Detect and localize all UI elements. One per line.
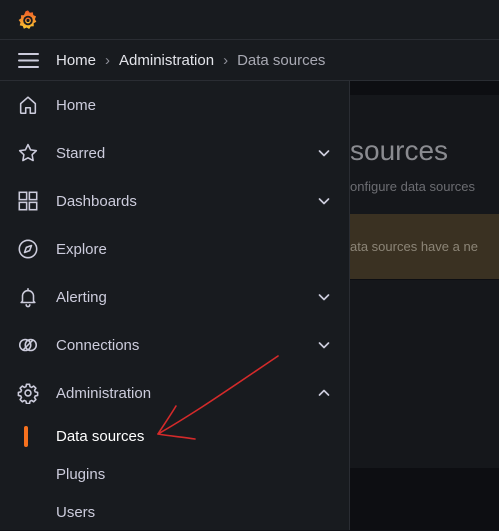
sidebar-item-label: Connections (56, 336, 140, 354)
sidebar-item-home[interactable]: Home (0, 81, 349, 129)
apps-icon (18, 191, 38, 211)
sidebar-subitem-plugins[interactable]: Plugins (0, 455, 349, 493)
page-subtitle: onfigure data sources (350, 179, 476, 194)
bell-icon (20, 287, 36, 308)
chevron-down-icon[interactable] (316, 289, 332, 305)
sidebar-item-label: Home (56, 96, 97, 114)
info-alert: ata sources have a ne (350, 214, 499, 279)
sidebar-menu: Home Starred Dashboards Explore Alerting… (0, 81, 350, 530)
breadcrumb-bar: Home › Administration › Data sources (0, 40, 499, 81)
breadcrumb-separator: › (105, 51, 111, 69)
chevron-up-icon[interactable] (316, 385, 332, 401)
sidebar-subitem-users[interactable]: Users (0, 493, 349, 531)
breadcrumb-administration[interactable]: Administration (119, 52, 214, 69)
sidebar-subitem-label: Data sources (56, 427, 145, 445)
content-card (350, 280, 499, 468)
home-icon (19, 96, 37, 115)
chevron-down-icon[interactable] (316, 145, 332, 161)
chevron-down-icon[interactable] (316, 337, 332, 353)
active-indicator (24, 426, 28, 447)
sidebar-subitem-label: Plugins (56, 465, 106, 483)
sidebar-item-connections[interactable]: Connections (0, 321, 349, 369)
sidebar-item-administration[interactable]: Administration (0, 369, 349, 417)
top-bar (0, 0, 499, 40)
sidebar-item-alerting[interactable]: Alerting (0, 273, 349, 321)
compass-icon (18, 239, 38, 259)
star-icon (18, 143, 38, 162)
menu-toggle-icon[interactable] (18, 53, 39, 68)
cog-icon (17, 383, 39, 404)
sidebar-item-explore[interactable]: Explore (0, 225, 349, 273)
sidebar-subitem-label: Users (56, 503, 96, 521)
sidebar-item-dashboards[interactable]: Dashboards (0, 177, 349, 225)
sidebar-item-label: Alerting (56, 288, 107, 306)
sidebar-item-starred[interactable]: Starred (0, 129, 349, 177)
grafana-logo-icon[interactable] (17, 9, 39, 31)
chevron-down-icon[interactable] (316, 193, 332, 209)
background-page: sources onfigure data sources ata source… (350, 81, 499, 530)
link-icon (18, 338, 38, 352)
breadcrumb: Home › Administration › Data sources (56, 40, 325, 80)
sidebar-item-label: Explore (56, 240, 107, 258)
info-alert-text: ata sources have a ne (350, 239, 478, 254)
sidebar-item-label: Starred (56, 144, 106, 162)
sidebar-item-label: Dashboards (56, 192, 137, 210)
breadcrumb-separator: › (223, 51, 229, 69)
page-title: sources (350, 135, 449, 166)
sidebar-item-label: Administration (56, 384, 152, 402)
sidebar-subitem-data-sources[interactable]: Data sources (0, 417, 349, 455)
page-header: sources onfigure data sources ata source… (350, 95, 499, 279)
breadcrumb-data-sources: Data sources (237, 51, 326, 69)
breadcrumb-home[interactable]: Home (56, 52, 96, 69)
